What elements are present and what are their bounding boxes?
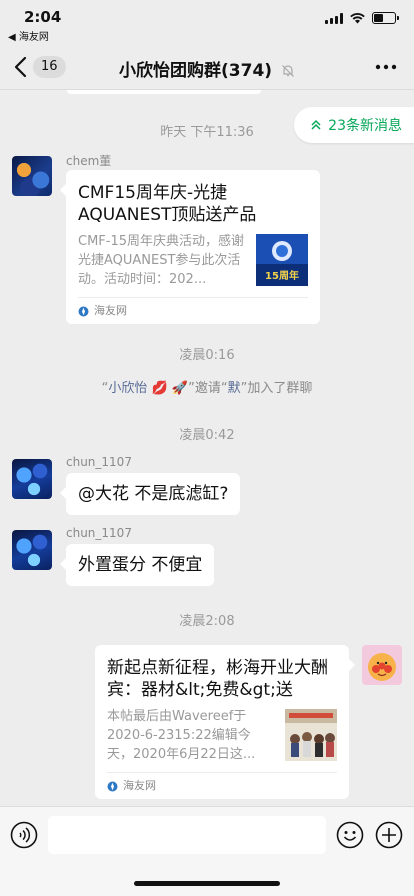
battery-icon: [372, 12, 399, 24]
status-time: 2:04: [24, 8, 62, 26]
sender-name: chem董: [66, 154, 112, 168]
chat-message-list[interactable]: 23条新消息 昨天 下午11:36 chem董 CMF15周年庆-光捷AQUAN…: [0, 90, 414, 806]
card-description: 本帖最后由Wavereef于2020-6-2315:22编辑今天，2020年6月…: [107, 709, 256, 762]
inviter-name[interactable]: 小欣怡: [108, 381, 147, 396]
card-source: 海友网: [107, 772, 337, 799]
system-text: ”加入了群聊: [240, 381, 313, 396]
home-indicator[interactable]: [134, 881, 280, 886]
compass-icon: [107, 781, 118, 791]
avatar[interactable]: [12, 459, 52, 499]
sender-name: chun_1107: [66, 455, 132, 469]
compass-icon: [78, 306, 89, 316]
card-source: 海友网: [78, 297, 308, 324]
voice-input-icon[interactable]: [10, 821, 38, 849]
card-title: 新起点新征程，彬海开业大酬宾：器材&lt;免费&gt;送: [107, 658, 328, 700]
sender-name: chun_1107: [66, 526, 132, 540]
card-thumbnail: [285, 709, 337, 761]
more-options-icon[interactable]: [374, 56, 398, 78]
text-message[interactable]: 外置蛋分 不便宜: [59, 544, 215, 586]
cellular-signal-icon: [325, 12, 343, 24]
emoji-icon[interactable]: [336, 821, 364, 849]
link-card-message[interactable]: 新起点新征程，彬海开业大酬宾：器材&lt;免费&gt;送 本帖最后由Wavere…: [95, 645, 355, 799]
previous-message-bubble: [66, 90, 262, 94]
timestamp: 凌晨0:42: [179, 428, 235, 443]
timestamp: 昨天 下午11:36: [160, 125, 254, 140]
avatar[interactable]: [12, 530, 52, 570]
add-attachment-icon[interactable]: [375, 821, 403, 849]
message-text-field[interactable]: [48, 816, 326, 854]
card-title: CMF15周年庆-光捷AQUANEST顶贴送产品: [78, 183, 257, 225]
text-message[interactable]: @大花 不是底滤缸?: [59, 473, 241, 515]
group-name: 小欣怡团购群(374): [119, 61, 273, 81]
inviter-emoji: 💋 🚀: [147, 381, 189, 396]
mute-bell-icon: [282, 65, 294, 77]
card-source-label: 海友网: [94, 304, 127, 317]
avatar[interactable]: [12, 156, 52, 196]
status-icons: [325, 12, 399, 24]
invitee-name[interactable]: 默: [228, 381, 241, 396]
back-to-app-link[interactable]: ◀ 海友网: [8, 28, 49, 43]
self-avatar[interactable]: [362, 645, 402, 685]
card-source-label: 海友网: [123, 779, 156, 792]
wifi-icon: [350, 13, 365, 24]
timestamp: 凌晨0:16: [179, 348, 235, 363]
system-join-notice: “小欣怡 💋 🚀”邀请“默”加入了群聊: [0, 377, 414, 396]
chat-header: 16 小欣怡团购群(374): [0, 44, 414, 90]
system-text: ”邀请“: [188, 381, 228, 396]
status-bar: 2:04 ◀ 海友网: [0, 0, 414, 44]
card-thumbnail: 15周年: [256, 234, 308, 286]
card-description: CMF-15周年庆典活动，感谢光捷AQUANEST参与此次活动。活动时间：202…: [78, 234, 245, 287]
group-title: 小欣怡团购群(374): [0, 56, 414, 81]
link-card-message[interactable]: CMF15周年庆-光捷AQUANEST顶贴送产品 CMF-15周年庆典活动，感谢…: [60, 170, 320, 324]
thumbnail-caption: 15周年: [265, 269, 299, 282]
timestamp: 凌晨2:08: [179, 614, 235, 629]
